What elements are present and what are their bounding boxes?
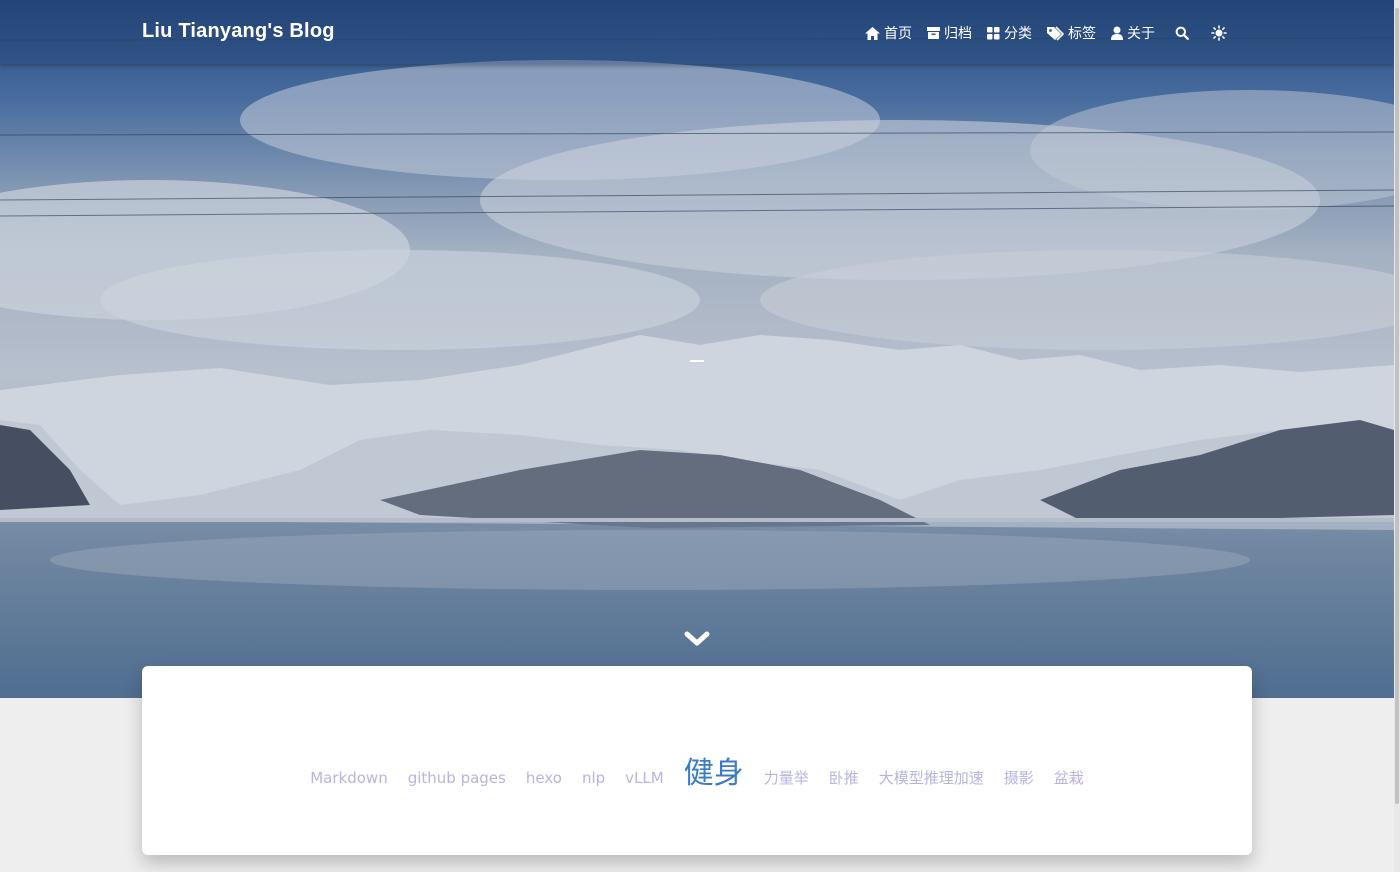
user-icon [1111,26,1123,40]
tags-icon [1047,25,1065,41]
search-icon [1175,26,1189,40]
page-scrollbar-thumb[interactable] [1395,8,1399,804]
category-icon [987,27,1000,40]
nav-item-categories[interactable]: 分类 [986,23,1032,43]
nav-item-about[interactable]: 关于 [1110,23,1155,43]
tag-cloud: Markdown github pages hexo nlp vLLM 健身 力… [142,666,1252,855]
tag-link[interactable]: 力量举 [764,767,809,788]
nav-menu: 首页 归档 分类 标签 关于 [864,22,1243,44]
top-navbar: Liu Tianyang's Blog 首页 归档 分类 标签 关于 [0,0,1394,64]
hero-overlay [0,0,1394,698]
tag-cloud-card: Markdown github pages hexo nlp vLLM 健身 力… [142,666,1252,855]
nav-item-label: 标签 [1068,26,1096,42]
tag-link[interactable]: 卧推 [829,767,859,788]
nav-item-label: 归档 [944,26,972,42]
archive-icon [927,27,940,39]
search-button[interactable] [1175,26,1189,40]
nav-item-label: 分类 [1004,26,1032,42]
theme-toggle-button[interactable] [1211,25,1227,41]
site-brand[interactable]: Liu Tianyang's Blog [142,20,335,43]
nav-item-label: 首页 [884,26,912,42]
nav-item-label: 关于 [1127,26,1155,42]
nav-item-archive[interactable]: 归档 [926,23,972,43]
hero-subtitle-dash [690,360,704,362]
tag-link[interactable]: vLLM [625,769,664,787]
sun-icon [1211,25,1227,41]
hero-banner [0,0,1394,698]
tag-link[interactable]: Markdown [310,769,387,787]
tag-link[interactable]: 盆栽 [1054,767,1084,788]
tag-link[interactable]: 摄影 [1004,767,1034,788]
tag-link[interactable]: 大模型推理加速 [879,767,984,788]
tag-link-featured[interactable]: 健身 [684,748,744,792]
tag-link[interactable]: hexo [526,769,562,787]
home-icon [865,26,880,40]
nav-item-home[interactable]: 首页 [864,23,912,43]
tag-link[interactable]: nlp [582,769,605,787]
nav-item-tags[interactable]: 标签 [1046,23,1096,43]
tag-link[interactable]: github pages [408,769,506,787]
